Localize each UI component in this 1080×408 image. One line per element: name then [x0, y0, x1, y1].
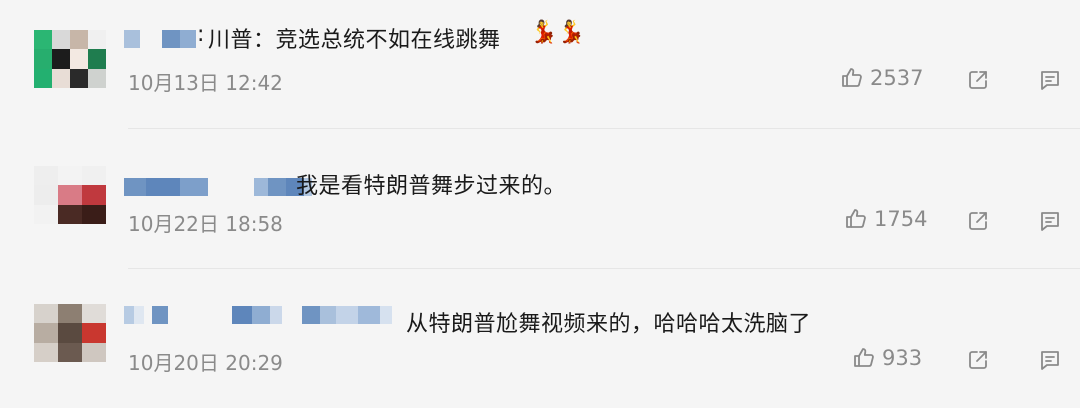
- comment-icon: [1038, 348, 1062, 372]
- timestamp: 10月20日 20:29: [128, 351, 283, 375]
- username-colon: :: [197, 22, 205, 47]
- like-button[interactable]: 2537: [840, 66, 923, 90]
- avatar[interactable]: [34, 30, 106, 88]
- username-redacted[interactable]: [124, 178, 312, 196]
- comment-item: 从特朗普尬舞视频来的，哈哈哈太洗脑了 10月20日 20:29 933: [0, 278, 1080, 408]
- reply-button[interactable]: [1038, 68, 1062, 92]
- divider: [128, 268, 1080, 269]
- reply-button[interactable]: [1038, 209, 1062, 233]
- avatar[interactable]: [34, 166, 106, 224]
- share-icon: [966, 348, 990, 372]
- share-button[interactable]: [966, 348, 990, 372]
- timestamp: 10月22日 18:58: [128, 212, 283, 236]
- comment-item: : 川普：竞选总统不如在线跳舞 💃💃 10月13日 12:42 2537: [0, 0, 1080, 130]
- like-count: 933: [882, 346, 923, 370]
- thumbs-up-icon: [852, 346, 876, 370]
- thumbs-up-icon: [840, 66, 864, 90]
- comment-text: 川普：竞选总统不如在线跳舞: [208, 28, 501, 53]
- divider: [128, 128, 1080, 129]
- like-count: 1754: [874, 207, 928, 231]
- comment-text: 我是看特朗普舞步过来的。: [296, 174, 567, 199]
- share-button[interactable]: [966, 68, 990, 92]
- comment-icon: [1038, 209, 1062, 233]
- dancer-emoji: 💃💃: [530, 20, 586, 45]
- comment-icon: [1038, 68, 1062, 92]
- share-icon: [966, 209, 990, 233]
- avatar[interactable]: [34, 304, 106, 362]
- username-redacted[interactable]: [124, 30, 196, 48]
- thumbs-up-icon: [844, 207, 868, 231]
- comment-text: 从特朗普尬舞视频来的，哈哈哈太洗脑了: [406, 312, 812, 337]
- share-icon: [966, 68, 990, 92]
- like-button[interactable]: 1754: [844, 207, 927, 231]
- timestamp: 10月13日 12:42: [128, 71, 283, 95]
- like-button[interactable]: 933: [852, 346, 922, 370]
- share-button[interactable]: [966, 209, 990, 233]
- username-redacted[interactable]: [124, 306, 392, 324]
- comment-item: 我是看特朗普舞步过来的。 10月22日 18:58 1754: [0, 140, 1080, 270]
- like-count: 2537: [870, 66, 924, 90]
- reply-button[interactable]: [1038, 348, 1062, 372]
